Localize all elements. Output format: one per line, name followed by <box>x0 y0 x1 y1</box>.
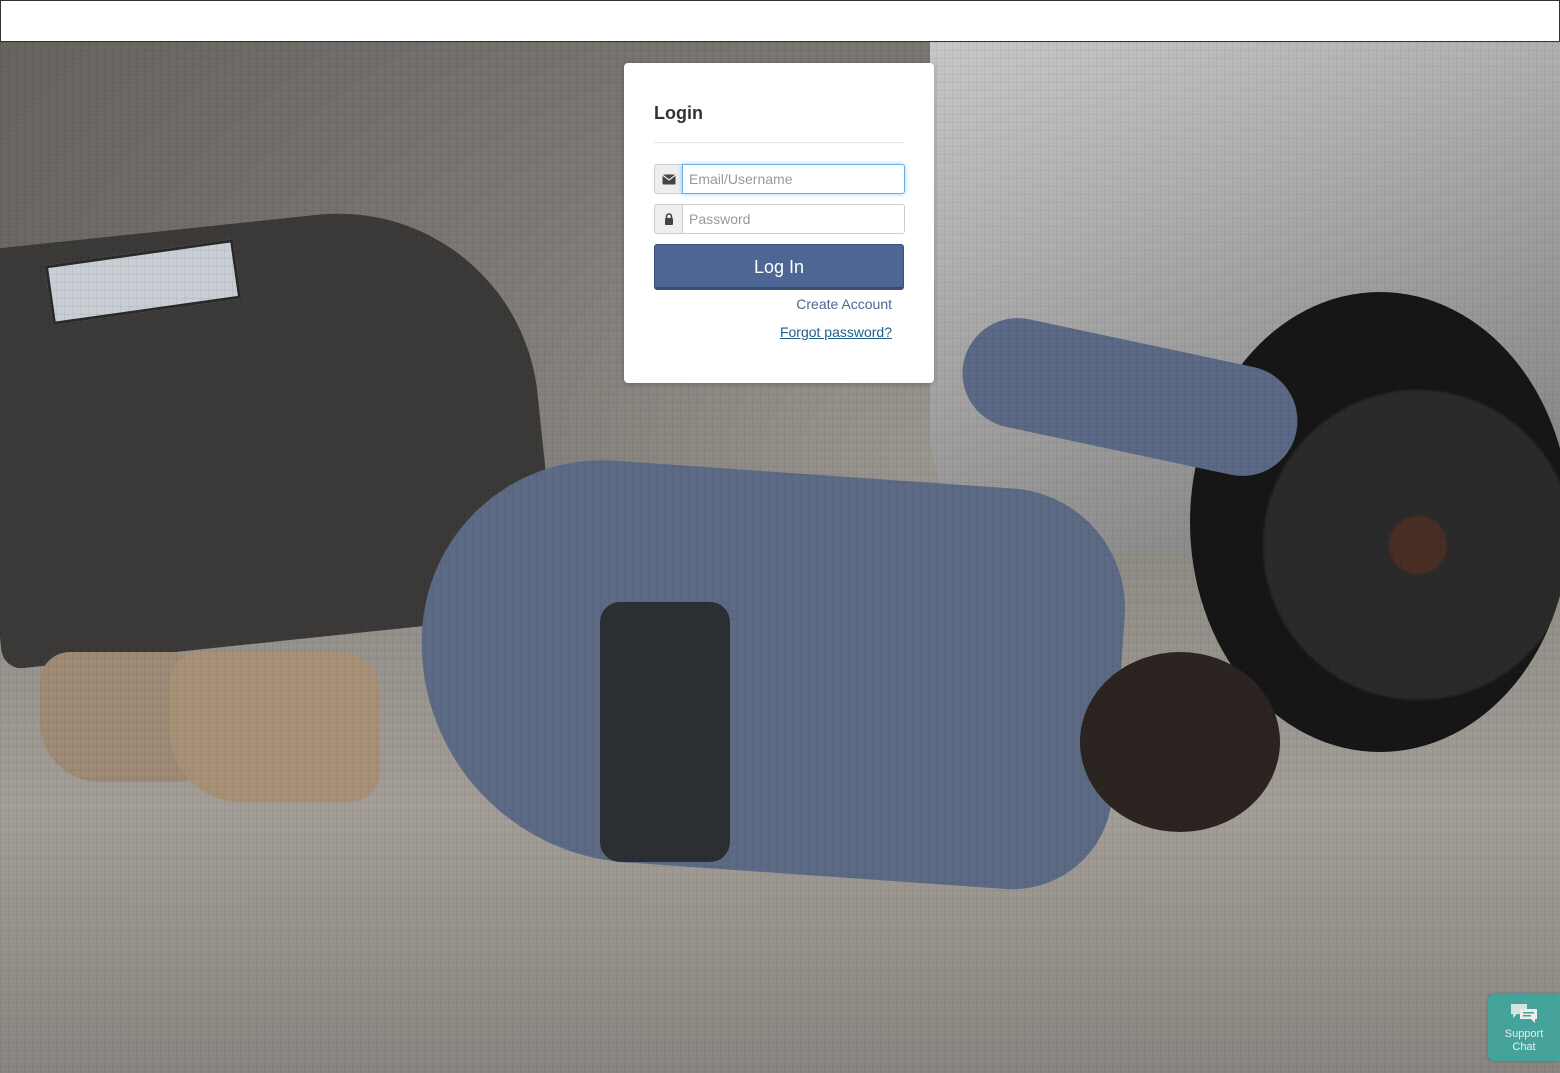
password-field[interactable] <box>682 204 905 234</box>
support-chat-line2: Chat <box>1512 1041 1536 1053</box>
password-input-group <box>654 204 905 234</box>
top-navbar <box>0 0 1560 42</box>
login-title: Login <box>654 63 904 143</box>
login-button[interactable]: Log In <box>654 244 904 290</box>
chat-bubbles-icon <box>1509 1002 1539 1024</box>
create-account-link[interactable]: Create Account <box>654 296 892 314</box>
support-chat-label: Support Chat <box>1505 1028 1544 1054</box>
support-chat-line1: Support <box>1504 1028 1544 1040</box>
email-input-group <box>654 164 905 194</box>
email-field[interactable] <box>682 164 905 194</box>
account-links: Create Account Forgot password? <box>654 296 904 342</box>
lock-icon <box>654 204 682 234</box>
envelope-icon <box>654 164 682 194</box>
support-chat-button[interactable]: Support Chat <box>1488 994 1560 1061</box>
login-card: Login Log In Create Account Forgot passw… <box>624 63 934 383</box>
forgot-password-link[interactable]: Forgot password? <box>654 324 892 342</box>
